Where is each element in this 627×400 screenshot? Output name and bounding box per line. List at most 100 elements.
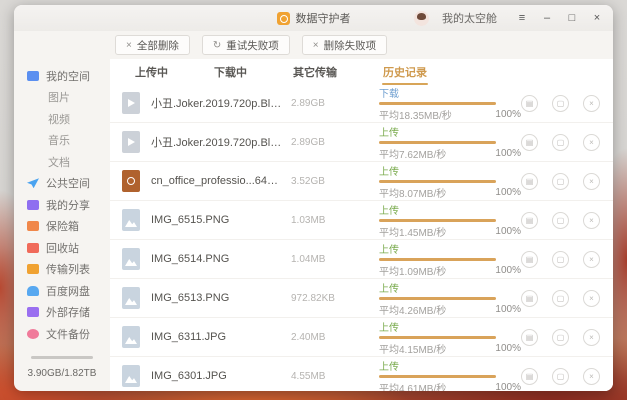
transfer-direction-label: 上传 [379, 358, 521, 373]
tab[interactable]: 下载中 [213, 62, 248, 82]
row-actions: ▤ ▢ × [521, 134, 606, 151]
toolbar-button-label: 全部删除 [137, 38, 179, 53]
file-type-icon [122, 209, 140, 231]
sidebar-item[interactable]: 我的空间 [14, 65, 110, 87]
sidebar-item-icon [27, 71, 39, 81]
delete-icon[interactable]: × [583, 134, 600, 151]
progress-percent: 100% [495, 343, 521, 354]
transfer-direction-label: 上传 [379, 241, 521, 256]
titlebar: 数据守护者 我的太空舱 ≡ – □ × [14, 5, 613, 31]
delete-icon[interactable]: × [583, 212, 600, 229]
tab[interactable]: 其它传输 [292, 62, 338, 82]
open-file-icon[interactable]: ▤ [521, 290, 538, 307]
table-row[interactable]: cn_office_professio...64_dvd_5e5be643.is… [110, 162, 613, 201]
sidebar-item[interactable]: 外部存储 [14, 302, 110, 324]
menu-icon[interactable]: ≡ [516, 5, 528, 31]
row-actions: ▤ ▢ × [521, 329, 606, 346]
toolbar-button[interactable]: × 删除失败项 [302, 35, 387, 55]
file-name: IMG_6311.JPG [151, 331, 283, 343]
file-size: 2.89GB [291, 98, 349, 109]
open-file-icon[interactable]: ▤ [521, 251, 538, 268]
open-file-icon[interactable]: ▤ [521, 134, 538, 151]
average-speed: 平均1.09MB/秒 [379, 263, 446, 278]
progress-percent: 100% [495, 265, 521, 276]
sidebar-item[interactable]: 我的分享 [14, 194, 110, 216]
file-name: 小丑.Joker.2019.720p.BluRay.x264.AC3.mkv [151, 95, 283, 111]
open-file-icon[interactable]: ▤ [521, 212, 538, 229]
delete-icon[interactable]: × [583, 329, 600, 346]
open-file-icon[interactable]: ▤ [521, 95, 538, 112]
open-folder-icon[interactable]: ▢ [552, 173, 569, 190]
transfer-direction-label: 下载 [379, 85, 521, 100]
close-icon[interactable]: × [591, 5, 603, 31]
tab[interactable]: 上传中 [134, 62, 169, 82]
delete-icon[interactable]: × [583, 290, 600, 307]
toolbar-button-icon: × [313, 40, 319, 51]
delete-icon[interactable]: × [583, 95, 600, 112]
toolbar-button[interactable]: × 全部删除 [115, 35, 190, 55]
tab[interactable]: 历史记录 [382, 62, 428, 82]
delete-icon[interactable]: × [583, 173, 600, 190]
progress-cell: 上传 平均4.15MB/秒 100% [379, 319, 521, 356]
file-size: 2.40MB [291, 332, 349, 343]
avatar[interactable] [414, 11, 429, 26]
progress-bar [379, 141, 496, 144]
sidebar: 我的空间 图片 视频 音乐 文档 公共空 [14, 59, 110, 391]
tab-bar: 上传中 下载中 其它传输 历史记录 [110, 59, 613, 84]
storage-text: 3.90GB/1.82TB [14, 368, 110, 379]
table-row[interactable]: IMG_6513.PNG 972.82KB 上传 平均4.26MB/秒 100% [110, 279, 613, 318]
sidebar-item[interactable]: 文档 [14, 151, 110, 173]
sidebar-item[interactable]: 公共空间 [14, 173, 110, 195]
open-folder-icon[interactable]: ▢ [552, 368, 569, 385]
delete-icon[interactable]: × [583, 368, 600, 385]
progress-cell: 上传 平均8.07MB/秒 100% [379, 163, 521, 200]
maximize-icon[interactable]: □ [566, 5, 578, 31]
table-row[interactable]: 小丑.Joker.2019.720p.BluRay.x264.AC3.mkv 2… [110, 84, 613, 123]
file-type-icon [122, 365, 140, 387]
progress-bar [379, 336, 496, 339]
toolbar-button[interactable]: ↻ 重试失败项 [202, 35, 290, 55]
open-folder-icon[interactable]: ▢ [552, 95, 569, 112]
open-folder-icon[interactable]: ▢ [552, 212, 569, 229]
progress-percent: 100% [495, 109, 521, 120]
file-type-icon [122, 287, 140, 309]
row-actions: ▤ ▢ × [521, 251, 606, 268]
table-row[interactable]: IMG_6515.PNG 1.03MB 上传 平均1.45MB/秒 100% [110, 201, 613, 240]
average-speed: 平均18.35MB/秒 [379, 107, 452, 122]
sidebar-item[interactable]: 图片 [14, 87, 110, 109]
sidebar-item[interactable]: 回收站 [14, 237, 110, 259]
delete-icon[interactable]: × [583, 251, 600, 268]
table-row[interactable]: IMG_6311.JPG 2.40MB 上传 平均4.15MB/秒 100% [110, 318, 613, 357]
open-file-icon[interactable]: ▤ [521, 173, 538, 190]
sidebar-item[interactable]: 保险箱 [14, 216, 110, 238]
file-name: cn_office_professio...64_dvd_5e5be643.is… [151, 175, 283, 187]
open-folder-icon[interactable]: ▢ [552, 329, 569, 346]
transfer-list: 小丑.Joker.2019.720p.BluRay.x264.AC3.mkv 2… [110, 84, 613, 391]
progress-bar [379, 258, 496, 261]
sidebar-item[interactable]: 百度网盘 [14, 280, 110, 302]
file-type-icon [122, 248, 140, 270]
open-folder-icon[interactable]: ▢ [552, 290, 569, 307]
sidebar-item[interactable]: 视频 [14, 108, 110, 130]
file-name: IMG_6514.PNG [151, 253, 283, 265]
sidebar-item-label: 视频 [48, 111, 70, 127]
content-panel: 上传中 下载中 其它传输 历史记录 小丑.Joker.2019.720p.Blu… [110, 59, 613, 391]
table-row[interactable]: IMG_6514.PNG 1.04MB 上传 平均1.09MB/秒 100% [110, 240, 613, 279]
open-file-icon[interactable]: ▤ [521, 329, 538, 346]
open-folder-icon[interactable]: ▢ [552, 251, 569, 268]
sidebar-item[interactable]: 传输列表 [14, 259, 110, 281]
account-name[interactable]: 我的太空舱 [442, 10, 497, 26]
sidebar-item[interactable]: 音乐 [14, 130, 110, 152]
progress-cell: 上传 平均1.45MB/秒 100% [379, 202, 521, 239]
minimize-icon[interactable]: – [541, 5, 553, 31]
file-type-icon [122, 92, 140, 114]
progress-percent: 100% [495, 187, 521, 198]
sidebar-item-icon [27, 178, 39, 188]
table-row[interactable]: IMG_6301.JPG 4.55MB 上传 平均4.61MB/秒 100% [110, 357, 613, 391]
progress-percent: 100% [495, 226, 521, 237]
sidebar-item-icon [27, 264, 39, 274]
open-folder-icon[interactable]: ▢ [552, 134, 569, 151]
sidebar-item[interactable]: 文件备份 [14, 323, 110, 345]
table-row[interactable]: 小丑.Joker.2019.720p.BluRay.x264.AC3.mkv 2… [110, 123, 613, 162]
open-file-icon[interactable]: ▤ [521, 368, 538, 385]
